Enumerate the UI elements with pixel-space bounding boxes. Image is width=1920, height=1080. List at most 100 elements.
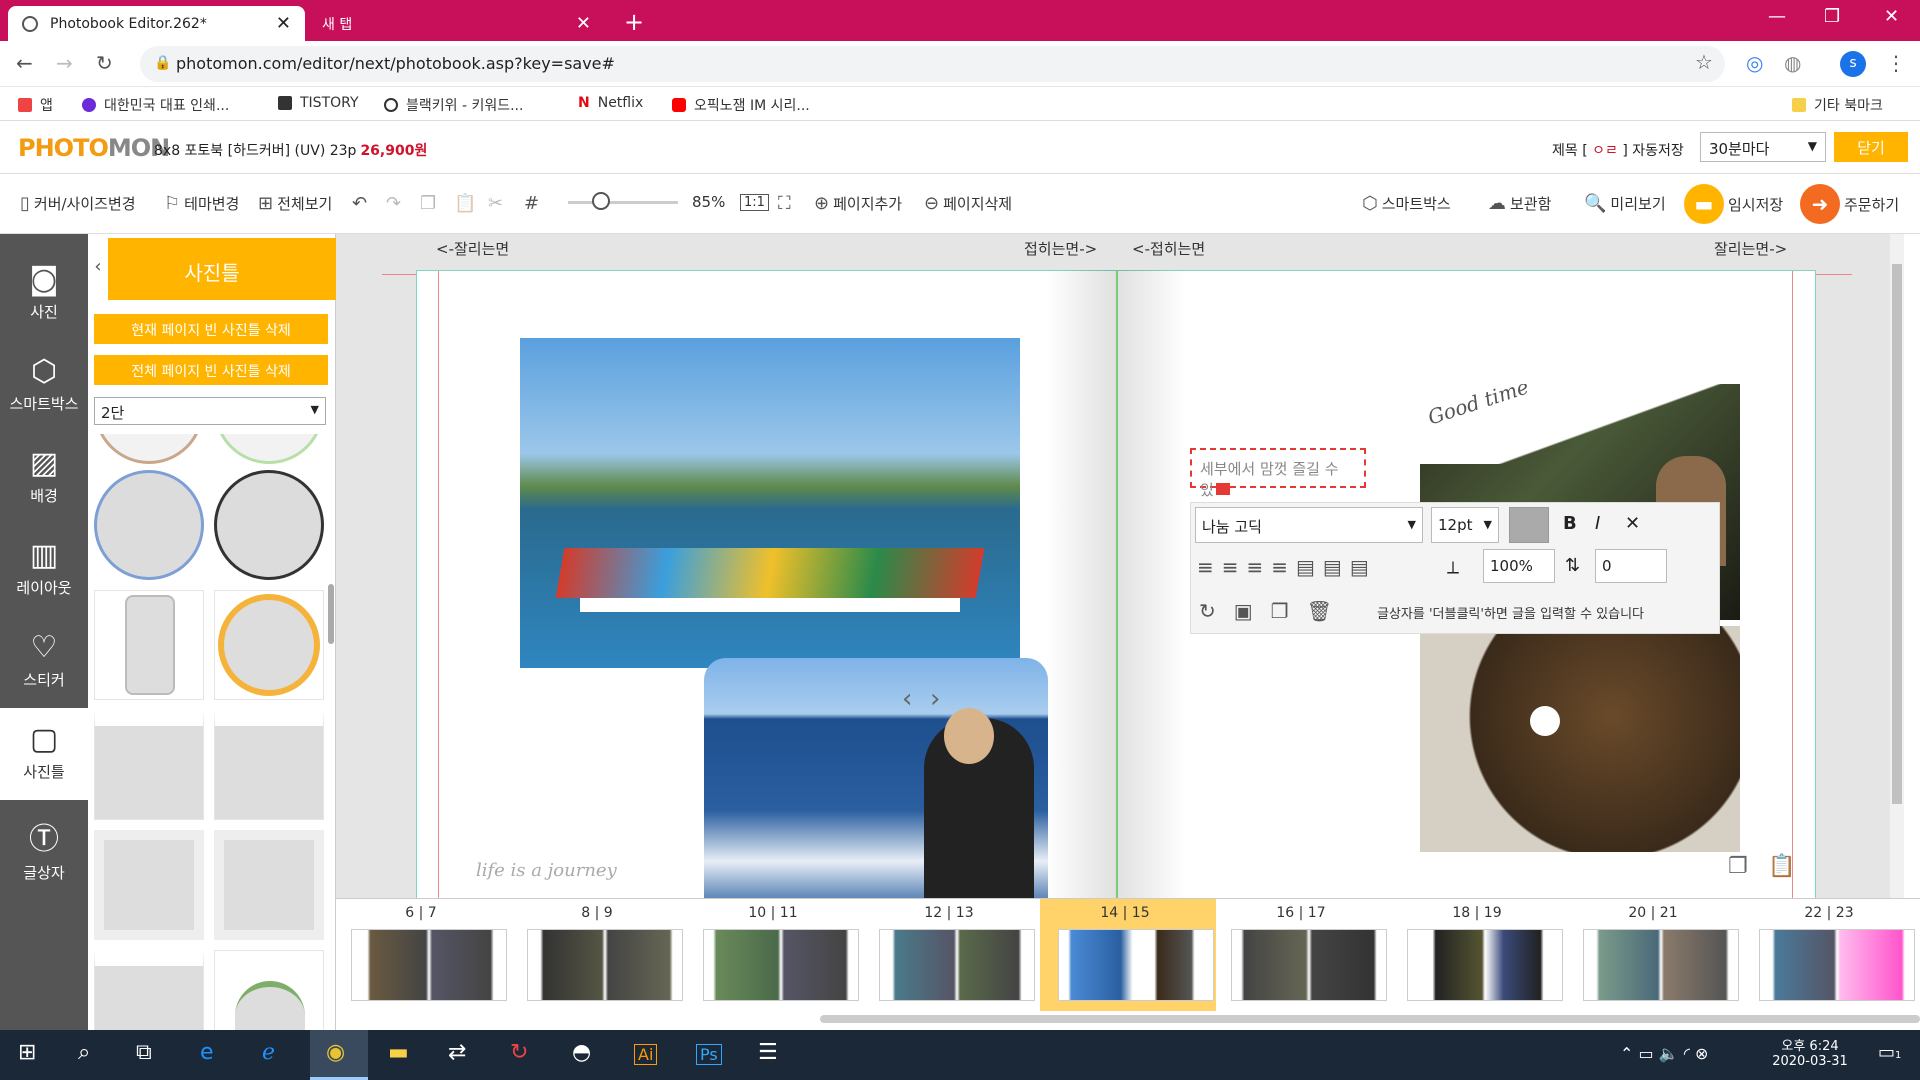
text-box[interactable]: 세부에서 맘껏 즐길 수 있 — [1190, 448, 1366, 499]
bookmark-item[interactable]: 블랙키위 - 키워드... — [384, 95, 523, 115]
windows-start-icon[interactable]: ⊞ — [18, 1040, 36, 1065]
bookmark-item[interactable]: TISTORY — [278, 95, 359, 111]
paste-page-icon[interactable]: 📋 — [1768, 854, 1795, 879]
scale-select[interactable]: 100% — [1483, 549, 1555, 583]
temp-save-button[interactable]: ▬ 임시저장 — [1684, 184, 1783, 224]
zoom-slider-handle[interactable] — [592, 192, 610, 210]
restore-icon[interactable]: ❐ — [1824, 6, 1840, 27]
notification-icon[interactable]: ▭1 — [1878, 1042, 1901, 1063]
photoshop-icon[interactable]: Ps — [696, 1044, 722, 1065]
preview-button[interactable]: 🔍 미리보기 — [1584, 193, 1666, 214]
bookmark-item[interactable]: N Netflix — [578, 95, 643, 111]
frame-option[interactable] — [214, 470, 324, 580]
cut-icon[interactable]: ✂ — [488, 193, 503, 214]
frame-option[interactable] — [214, 434, 324, 464]
canvas-scrollbar[interactable] — [1890, 234, 1904, 898]
spread-thumb[interactable]: 18 | 19 — [1392, 899, 1563, 1011]
align-icons[interactable]: ≡≡≡≡▤▤▤ — [1197, 555, 1377, 579]
spread-thumb[interactable]: 12 | 13 — [864, 899, 1035, 1011]
panel-scrollbar[interactable] — [328, 584, 334, 644]
bookmark-item[interactable]: 대한민국 대표 인쇄... — [82, 95, 229, 115]
storage-button[interactable]: ☁ 보관함 — [1488, 193, 1551, 214]
order-button[interactable]: ➜ 주문하기 — [1800, 184, 1899, 224]
spread-thumb[interactable]: 22 | 23 — [1744, 899, 1915, 1011]
app-icon[interactable]: ↻ — [510, 1040, 528, 1065]
copy-icon[interactable]: ❐ — [420, 193, 436, 214]
add-page-button[interactable]: ⊕ 페이지추가 — [814, 193, 902, 214]
edge-icon[interactable]: e — [200, 1040, 214, 1065]
full-view-button[interactable]: ⊞ 전체보기 — [258, 193, 332, 214]
tab-photobook-editor[interactable]: Photobook Editor.262* ✕ — [8, 6, 305, 41]
frame-option[interactable] — [214, 830, 324, 940]
bookmark-item[interactable]: 오픽노잼 IM 시리... — [672, 95, 810, 115]
font-select[interactable]: 나눔 고딕 ▼ — [1195, 507, 1423, 543]
delete-empty-current-button[interactable]: 현재 페이지 빈 사진틀 삭제 — [94, 314, 328, 344]
autosave-select[interactable]: 30분마다 ▼ — [1700, 132, 1826, 162]
fit-screen-icon[interactable]: ⛶ — [778, 193, 791, 214]
rail-smartbox[interactable]: ⬡ 스마트박스 — [0, 340, 88, 432]
spread-thumb[interactable]: 8 | 9 — [512, 899, 683, 1011]
illustrator-icon[interactable]: Ai — [634, 1044, 658, 1065]
spread-thumb-active[interactable]: 14 | 15 — [1040, 899, 1216, 1011]
spread-thumb[interactable]: 16 | 17 — [1216, 899, 1387, 1011]
search-icon[interactable]: ⌕ — [78, 1040, 90, 1065]
grid-toggle-icon[interactable]: # — [524, 193, 539, 214]
text-color-swatch[interactable] — [1509, 507, 1549, 543]
next-page-icon[interactable]: › — [930, 684, 940, 714]
file-explorer-icon[interactable]: ▬ — [388, 1040, 409, 1065]
system-clock[interactable]: 오후 6:24 2020-03-31 — [1770, 1035, 1850, 1069]
menu-dots-icon[interactable]: ⋮ — [1886, 51, 1906, 75]
rail-frame[interactable]: ▢ 사진틀 — [0, 708, 88, 800]
delete-empty-all-button[interactable]: 전체 페이지 빈 사진틀 삭제 — [94, 355, 328, 385]
frame-option[interactable] — [94, 590, 204, 700]
ie-icon[interactable]: ℯ — [262, 1040, 275, 1065]
journey-caption[interactable]: life is a journey — [476, 860, 617, 881]
letter-spacing-icon[interactable]: ⇅ — [1565, 555, 1580, 576]
rail-textbox[interactable]: Ⓣ 글상자 — [0, 800, 88, 892]
bookmark-apps[interactable]: 앱 — [18, 95, 53, 115]
close-button[interactable]: 닫기 — [1834, 132, 1908, 162]
cover-size-button[interactable]: ▯ 커버/사이즈변경 — [20, 193, 136, 214]
footbath-photo[interactable] — [1420, 626, 1740, 852]
spread-thumb[interactable]: 6 | 7 — [336, 899, 507, 1011]
spread-thumb[interactable]: 20 | 21 — [1568, 899, 1739, 1011]
line-height-icon[interactable]: ⟂ — [1447, 557, 1459, 578]
rail-photo[interactable]: ◙ 사진 — [0, 248, 88, 340]
smartbox-button[interactable]: ⬡ 스마트박스 — [1362, 193, 1451, 214]
copy-page-icon[interactable]: ❐ — [1728, 854, 1748, 879]
font-size-select[interactable]: 12pt ▼ — [1431, 507, 1499, 543]
extension-icon[interactable]: ◎ — [1746, 51, 1763, 75]
chrome-taskbar-button[interactable]: ◉ — [310, 1030, 368, 1080]
arrange-icons[interactable]: ↻▣❐🗑 — [1199, 599, 1350, 623]
close-tab-icon[interactable]: ✕ — [276, 13, 291, 34]
frame-option[interactable] — [214, 590, 324, 700]
task-view-icon[interactable]: ⧉ — [136, 1040, 152, 1065]
avatar[interactable]: s — [1840, 51, 1866, 77]
rail-layout[interactable]: ▥ 레이아웃 — [0, 524, 88, 616]
minimize-icon[interactable]: — — [1768, 6, 1786, 27]
forward-icon[interactable]: → — [56, 51, 73, 75]
reload-icon[interactable]: ↻ — [96, 51, 113, 75]
collapse-panel-icon[interactable]: ‹ — [88, 238, 108, 300]
rail-background[interactable]: ▨ 배경 — [0, 432, 88, 524]
spread-thumb[interactable]: 10 | 11 — [688, 899, 859, 1011]
close-tab-icon[interactable]: ✕ — [576, 13, 591, 34]
prev-page-icon[interactable]: ‹ — [902, 684, 912, 714]
app-icon[interactable]: ☰ — [758, 1040, 778, 1065]
theme-button[interactable]: ⚐ 테마변경 — [164, 193, 239, 214]
actual-size-button[interactable]: 1:1 — [740, 194, 769, 211]
url-field[interactable]: 🔒 photomon.com/editor/next/photobook.asp… — [140, 46, 1725, 82]
frame-option[interactable] — [214, 710, 324, 820]
spacing-select[interactable]: 0 — [1595, 549, 1667, 583]
ocean-photo[interactable] — [704, 658, 1048, 898]
boat-photo[interactable] — [520, 338, 1020, 668]
frame-option[interactable] — [214, 950, 324, 1030]
frame-option[interactable] — [94, 470, 204, 580]
frame-option[interactable] — [94, 950, 204, 1030]
tab-new[interactable]: 새 탭 ✕ — [308, 6, 605, 41]
clear-format-icon[interactable]: ✕ — [1625, 513, 1640, 534]
rail-sticker[interactable]: ♡ 스티커 — [0, 616, 88, 708]
new-tab-icon[interactable]: + — [624, 8, 644, 36]
star-icon[interactable]: ☆ — [1695, 50, 1713, 74]
close-window-icon[interactable]: ✕ — [1884, 6, 1899, 27]
